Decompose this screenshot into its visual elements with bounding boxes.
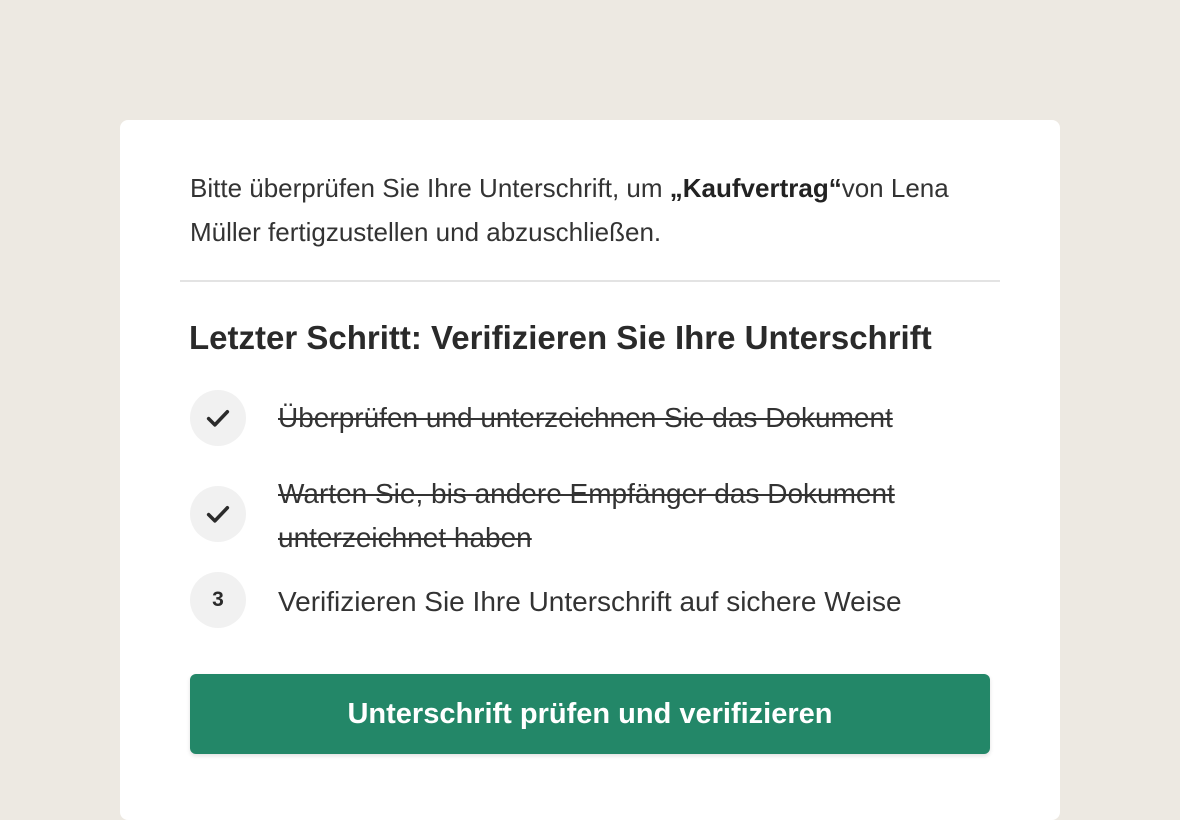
- step-label: Warten Sie, bis andere Empfänger das Dok…: [278, 478, 895, 553]
- divider: [180, 280, 1000, 282]
- verify-signature-button[interactable]: Unterschrift prüfen und verifizieren: [190, 674, 990, 754]
- step-label: Verifizieren Sie Ihre Unterschrift auf s…: [278, 586, 902, 617]
- step-item-verify-signature: 3 Verifizieren Sie Ihre Unterschrift auf…: [190, 572, 1020, 628]
- document-name: „Kaufvertrag“: [669, 173, 842, 203]
- step-item-review-sign: Überprüfen und unterzeichnen Sie das Dok…: [190, 390, 1020, 446]
- step-title: Letzter Schritt: Verifizieren Sie Ihre U…: [189, 319, 932, 356]
- verification-card: Bitte überprüfen Sie Ihre Unterschrift, …: [120, 120, 1060, 820]
- check-icon: [190, 486, 246, 542]
- check-icon: [190, 390, 246, 446]
- intro-text-before: Bitte überprüfen Sie Ihre Unterschrift, …: [190, 173, 670, 203]
- intro-text: Bitte überprüfen Sie Ihre Unterschrift, …: [190, 166, 1020, 254]
- step-label: Überprüfen und unterzeichnen Sie das Dok…: [278, 402, 893, 433]
- step-item-wait-recipients: Warten Sie, bis andere Empfänger das Dok…: [190, 478, 1020, 574]
- step-number-badge: 3: [190, 572, 246, 628]
